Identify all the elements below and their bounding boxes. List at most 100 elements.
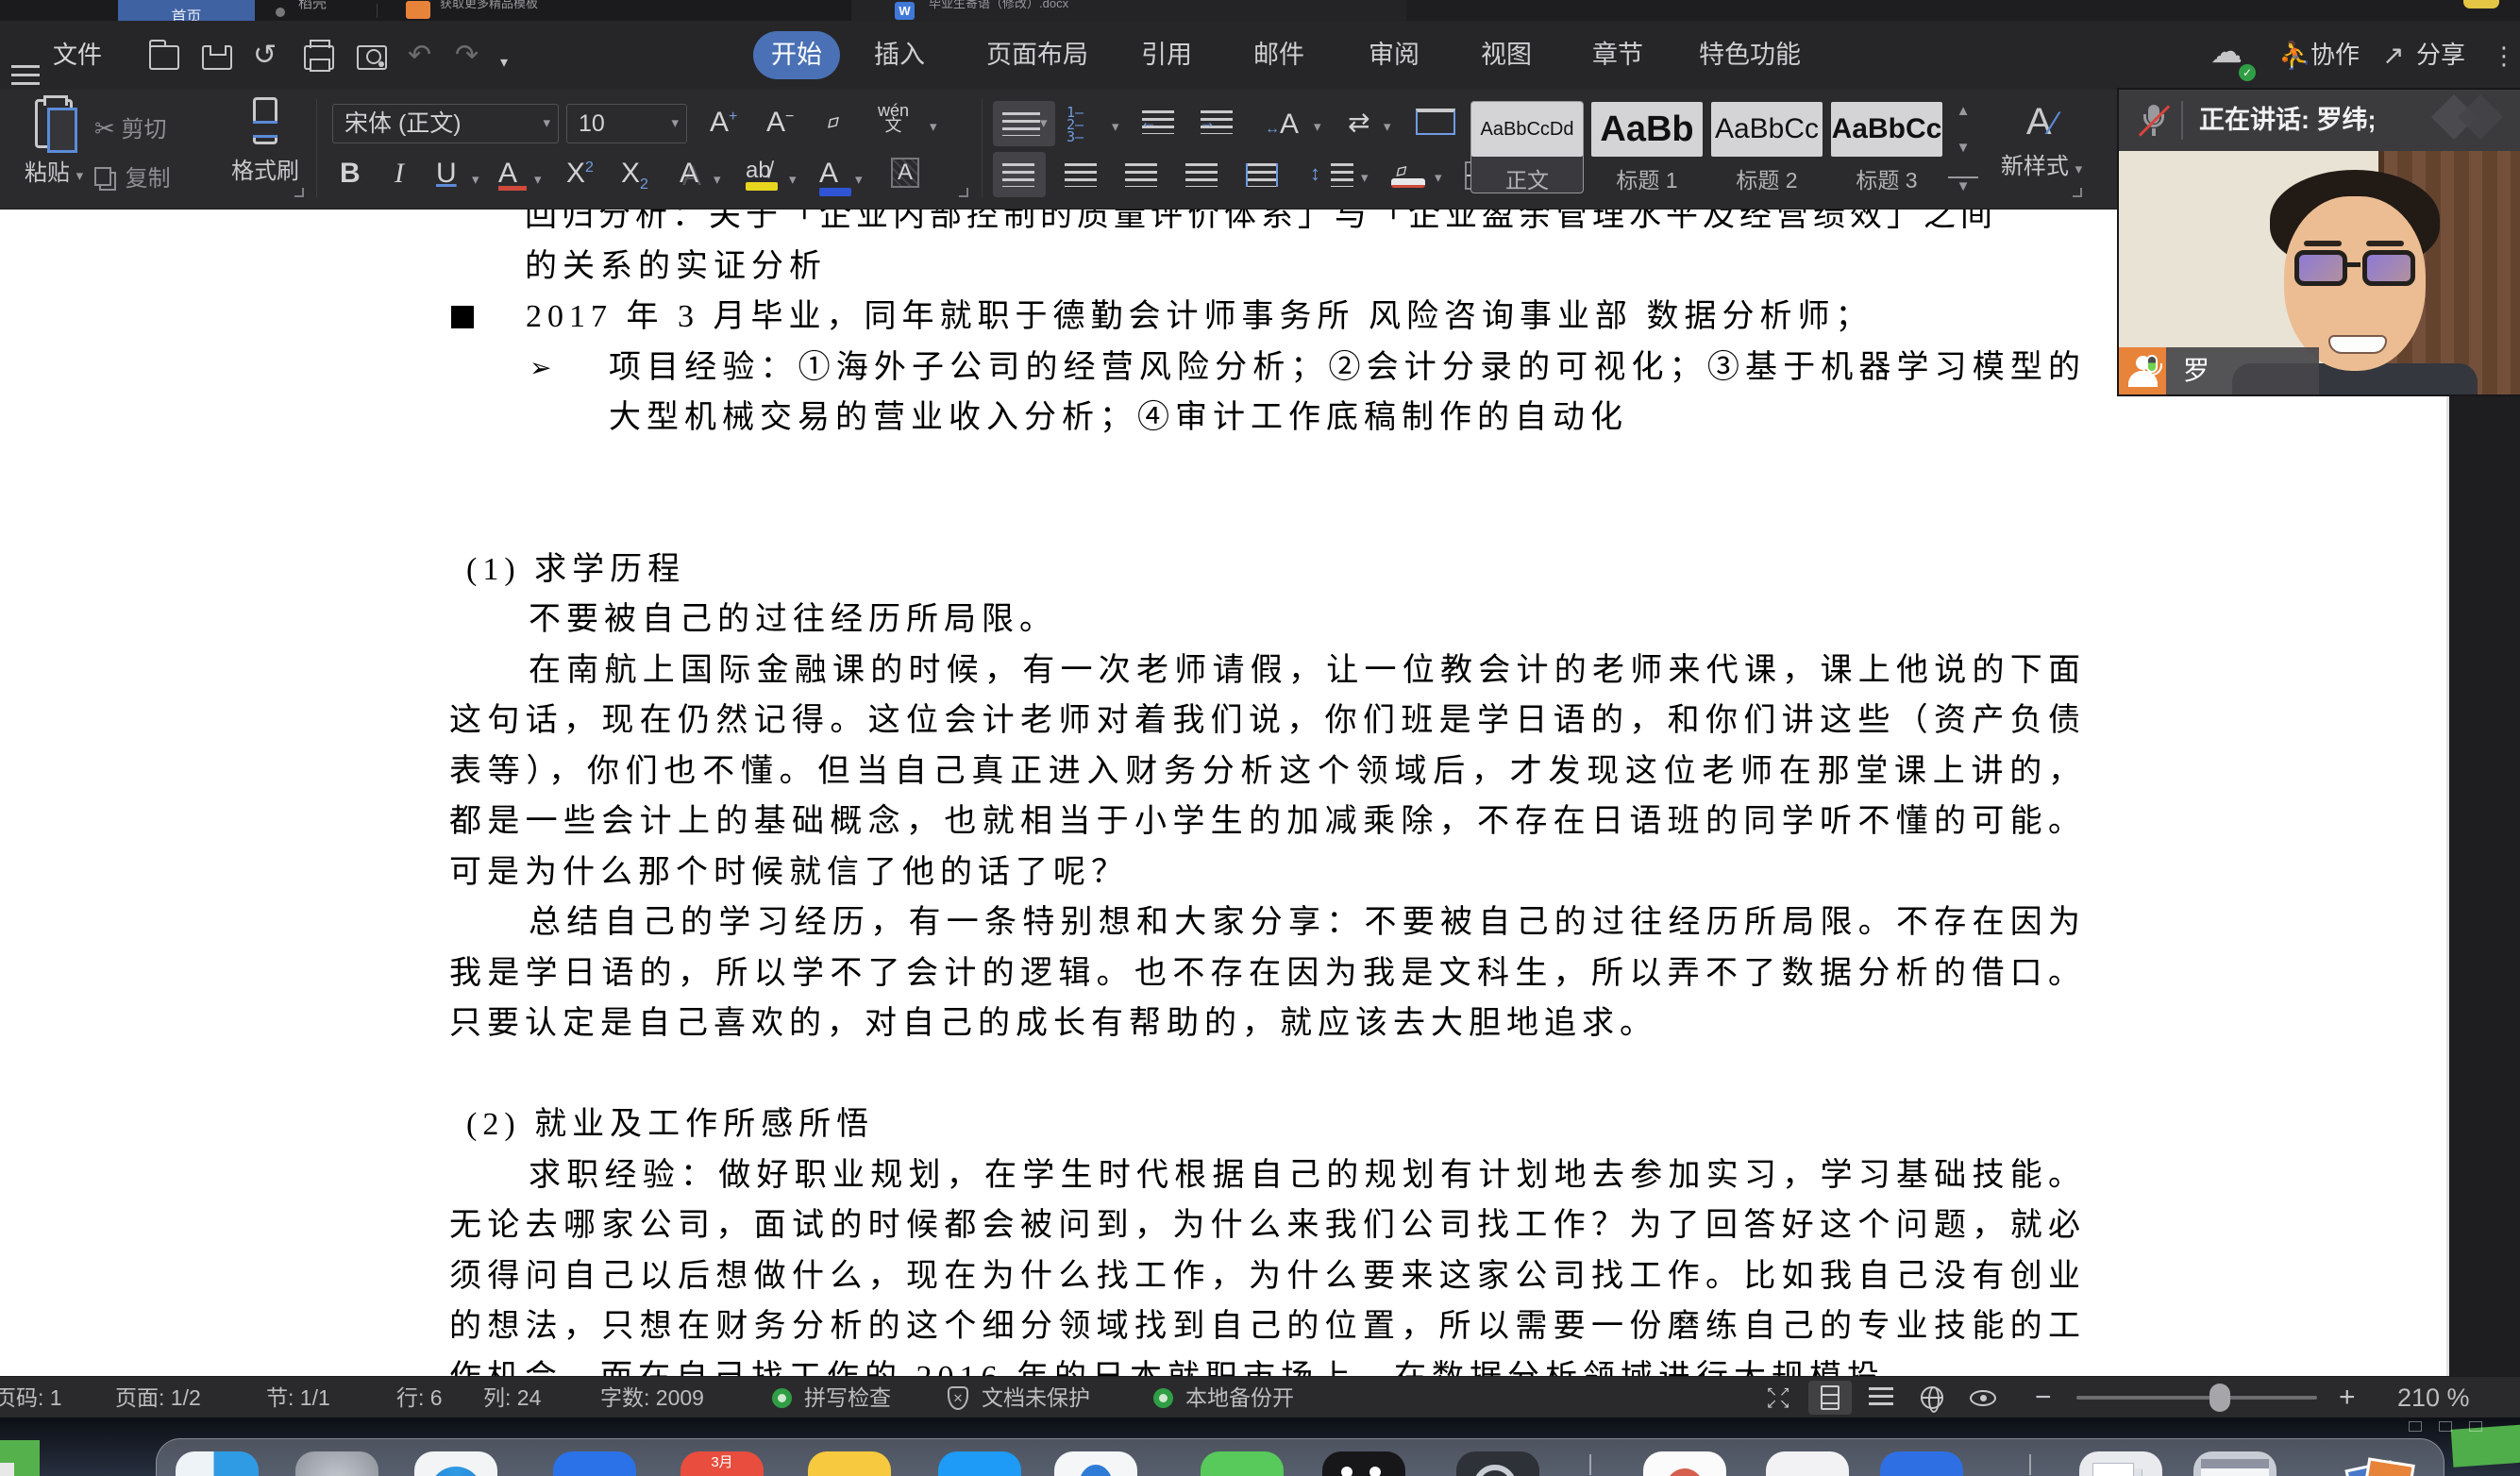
font-color-button[interactable]: A <box>498 158 527 191</box>
superscript-button[interactable]: X2 <box>566 158 594 190</box>
dock-icon-camera-app[interactable] <box>1456 1451 1539 1476</box>
style-heading2[interactable]: AaBbCc 标题 2 <box>1711 102 1823 193</box>
print-preview-icon[interactable] <box>357 45 387 70</box>
decrease-font-icon[interactable]: A− <box>766 107 794 139</box>
fullscreen-button[interactable]: ↖↗↙↘ <box>1757 1381 1801 1415</box>
wrap-button[interactable]: ⇄ <box>1348 107 1369 138</box>
status-page-number[interactable]: 页码: 1 <box>0 1377 62 1418</box>
bold-button[interactable]: B <box>340 158 361 190</box>
font-color-dropdown-icon[interactable]: ▾ <box>534 171 542 188</box>
eye-protect-button[interactable] <box>1961 1381 2005 1415</box>
copy-button[interactable]: 复制 <box>94 159 208 192</box>
font-size-select[interactable]: 10▾ <box>566 104 687 143</box>
char-shading-icon[interactable]: A <box>680 158 698 190</box>
highlight-dropdown-icon[interactable]: ▾ <box>789 171 797 188</box>
zoom-slider-thumb[interactable] <box>2209 1384 2230 1412</box>
page-view-button[interactable] <box>1808 1381 1852 1415</box>
increase-font-icon[interactable]: A+ <box>710 107 737 139</box>
numbered-list-dropdown-icon[interactable]: ▾ <box>1112 118 1119 135</box>
bullet-list-button[interactable]: ▾ <box>993 101 1055 146</box>
print-icon[interactable] <box>304 45 334 70</box>
tab-home[interactable]: 首页 <box>118 0 255 21</box>
status-column[interactable]: 列: 24 <box>483 1377 541 1418</box>
dock-icon-safari[interactable] <box>414 1451 497 1476</box>
numbered-list-button[interactable]: 1—2—3— <box>1067 107 1084 143</box>
justify-icon[interactable] <box>1185 163 1218 187</box>
char-spacing-button[interactable]: ↔A <box>1265 109 1299 141</box>
open-file-icon[interactable] <box>149 45 179 70</box>
format-painter-button[interactable]: 格式刷 <box>225 97 306 185</box>
clear-format-icon[interactable]: ⬨ <box>819 108 848 137</box>
undo-icon[interactable]: ↶ <box>408 42 431 70</box>
wrap-dropdown-icon[interactable]: ▾ <box>1384 118 1391 135</box>
char-spacing-dropdown-icon[interactable]: ▾ <box>1314 118 1321 135</box>
tab-document[interactable]: W 毕业生寄语（修改）.docx <box>851 0 1406 21</box>
ribbon-tab-view[interactable]: 视图 <box>1481 21 1532 90</box>
collaborate-button[interactable]: 协作 <box>2310 21 2360 90</box>
shading-dropdown-icon[interactable]: ▾ <box>1435 169 1442 186</box>
status-backup[interactable]: 本地备份开 <box>1185 1377 1294 1418</box>
dock-icon-notes[interactable] <box>808 1451 891 1476</box>
ribbon-tab-special-features[interactable]: 特色功能 <box>1699 21 1801 90</box>
zoom-in-button[interactable]: + <box>2339 1377 2356 1418</box>
align-left-button[interactable] <box>993 152 1046 197</box>
pinyin-dropdown-icon[interactable]: ▾ <box>930 118 937 135</box>
dock-icon-facetime[interactable] <box>1201 1451 1284 1476</box>
redo-icon[interactable]: ↷ <box>455 42 479 70</box>
highlight-button[interactable]: ab̸ <box>746 158 778 191</box>
dock-icon-settings[interactable] <box>295 1451 378 1476</box>
dock-icon-app-red-oval[interactable] <box>1643 1451 1726 1476</box>
status-spell-check[interactable]: 拼写检查 <box>804 1377 891 1418</box>
line-spacing-dropdown-icon[interactable]: ▾ <box>1361 169 1369 186</box>
tab-promo[interactable]: 获取更多精品模板 <box>440 0 538 14</box>
styles-menu-icon[interactable]: ▼ <box>1948 176 1978 194</box>
subscript-button[interactable]: X2 <box>621 158 648 193</box>
hamburger-menu-icon[interactable] <box>11 65 40 68</box>
ribbon-tab-section[interactable]: 章节 <box>1592 21 1643 90</box>
ribbon-tab-insert[interactable]: 插入 <box>874 21 925 90</box>
distribute-icon[interactable] <box>1246 163 1278 187</box>
web-view-button[interactable] <box>1910 1381 1954 1415</box>
text-highlight-dropdown-icon[interactable]: ▾ <box>855 171 863 188</box>
align-right-icon[interactable] <box>1125 163 1157 187</box>
ribbon-tab-page-layout[interactable]: 页面布局 <box>986 21 1088 90</box>
outline-view-button[interactable] <box>1859 1381 1903 1415</box>
document-page[interactable]: 回归分析：关于「企业内部控制的质量评价体系」与「企业盈余管理水平及经营绩效」之间… <box>0 210 2446 1376</box>
styles-scroll-down-icon[interactable]: ▼ <box>1948 140 1978 156</box>
ribbon-tab-mailings[interactable]: 邮件 <box>1253 21 1304 90</box>
zoom-slider-track[interactable] <box>2076 1396 2317 1400</box>
text-highlight-button[interactable]: A <box>819 158 851 196</box>
cloud-sync-icon[interactable]: ☁ <box>2210 38 2243 66</box>
new-style-button[interactable]: A⁄ 新样式 ▾ <box>1990 101 2093 180</box>
file-menu[interactable]: 文件 <box>53 21 102 90</box>
zoom-out-button[interactable]: − <box>2035 1377 2052 1418</box>
tab-docer[interactable]: 稻壳 <box>298 0 327 14</box>
style-heading1[interactable]: AaBb 标题 1 <box>1591 102 1703 193</box>
styles-scroll-up-icon[interactable]: ▲ <box>1948 103 1978 119</box>
style-heading3[interactable]: AaBbCc 标题 3 <box>1831 102 1942 193</box>
zoom-level[interactable]: 210 % <box>2397 1377 2470 1418</box>
italic-button[interactable]: I <box>395 158 404 190</box>
cut-button[interactable]: ✂ 剪切 <box>94 110 208 143</box>
char-border-button[interactable]: A <box>891 158 919 188</box>
dock-icon-app-white[interactable] <box>1766 1451 1849 1476</box>
save-icon[interactable] <box>202 45 232 70</box>
dock-icon-app-dark[interactable] <box>1322 1451 1405 1476</box>
paste-button[interactable]: 粘贴 ▾ <box>17 97 91 203</box>
line-spacing-icon[interactable]: ↕ <box>1310 161 1320 186</box>
convert-icon[interactable]: ↺ <box>253 42 277 70</box>
dock-icon-finder[interactable] <box>176 1451 259 1476</box>
dock-icon-app-store[interactable] <box>938 1451 1021 1476</box>
font-name-select[interactable]: 宋体 (正文)▾ <box>332 104 559 143</box>
ribbon-tab-references[interactable]: 引用 <box>1141 21 1192 90</box>
underline-button[interactable]: U <box>436 158 457 190</box>
dock-icon-documents-stack[interactable] <box>2079 1451 2162 1476</box>
dock-icon-photos-pile[interactable] <box>2339 1451 2422 1476</box>
underline-dropdown-icon[interactable]: ▾ <box>472 171 479 188</box>
mic-muted-icon[interactable] <box>2140 103 2168 137</box>
status-protection[interactable]: 文档未保护 <box>982 1377 1090 1418</box>
status-page[interactable]: 页面: 1/2 <box>115 1377 201 1418</box>
char-shading-dropdown-icon[interactable]: ▾ <box>714 171 721 188</box>
dock-icon-calendar[interactable]: 3月 <box>680 1451 764 1476</box>
pinyin-guide-icon[interactable]: wén文 <box>878 103 909 133</box>
